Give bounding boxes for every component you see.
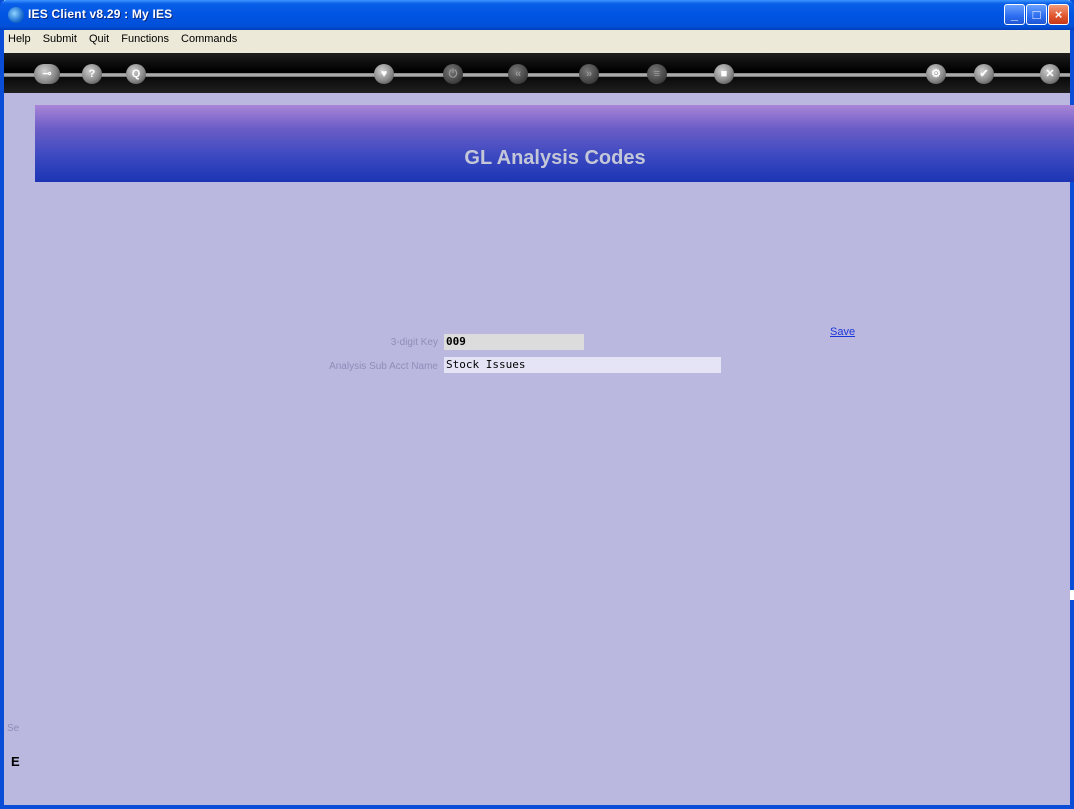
key-icon[interactable]: ⊸	[34, 64, 60, 84]
content-area: GL Analysis Codes 3-digit Key 009 Analys…	[4, 93, 1074, 805]
stop-icon[interactable]: ■	[714, 64, 734, 84]
menu-functions[interactable]: Functions	[117, 30, 174, 45]
check-icon[interactable]: ✔	[974, 64, 994, 84]
heart-icon[interactable]: ♥	[374, 64, 394, 84]
power-icon[interactable]: ⏻	[443, 64, 463, 84]
rewind-icon[interactable]: «	[508, 64, 528, 84]
window-title: IES Client v8.29 : My IES	[28, 7, 173, 21]
help-icon[interactable]: ?	[82, 64, 102, 84]
gear-icon[interactable]: ⚙	[926, 64, 946, 84]
close-window-button[interactable]: ×	[1048, 4, 1069, 25]
name-label: Analysis Sub Acct Name	[329, 361, 438, 372]
title-bar[interactable]: IES Client v8.29 : My IES _ □ ×	[0, 0, 1074, 30]
search-icon[interactable]: Q	[126, 64, 146, 84]
side-fragment-text: Se	[7, 723, 20, 734]
forward-icon[interactable]: »	[579, 64, 599, 84]
menu-submit[interactable]: Submit	[39, 30, 82, 45]
key-field[interactable]: 009	[444, 334, 584, 350]
list-icon[interactable]: ≡	[647, 64, 667, 84]
name-field[interactable]: Stock Issues	[444, 357, 721, 373]
page-banner: GL Analysis Codes	[35, 105, 1074, 182]
toolbar: ⊸ ? Q ♥ ⏻ « » ≡ ■ ⚙ ✔ ✕	[4, 53, 1070, 93]
close-icon[interactable]: ✕	[1040, 64, 1060, 84]
maximize-button[interactable]: □	[1026, 4, 1047, 25]
key-label: 3-digit Key	[390, 337, 438, 348]
menu-help[interactable]: Help	[4, 30, 36, 45]
save-link[interactable]: Save	[830, 326, 855, 338]
app-window: IES Client v8.29 : My IES _ □ × Help Sub…	[0, 0, 1074, 809]
minimize-button[interactable]: _	[1004, 4, 1025, 25]
app-icon	[8, 7, 24, 23]
menu-quit[interactable]: Quit	[85, 30, 114, 45]
toolbar-rail	[4, 73, 1070, 77]
menu-commands[interactable]: Commands	[177, 30, 242, 45]
scrollbar-sliver[interactable]	[1070, 590, 1074, 600]
side-fragment-letter: E	[11, 754, 20, 769]
page-title: GL Analysis Codes	[464, 147, 646, 169]
menu-bar: Help Submit Quit Functions Commands	[4, 30, 1070, 50]
